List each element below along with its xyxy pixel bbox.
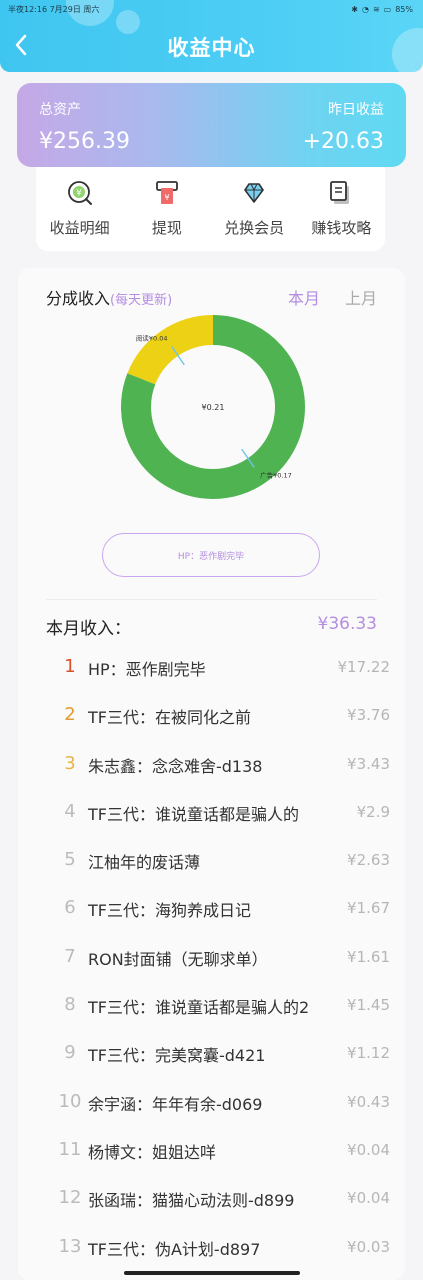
work-income: ¥3.43 [345,754,390,773]
monthly-income-label: 本月收入： [46,619,131,639]
status-time: 半夜12:16 7月29日 周六 [8,4,100,14]
asset-card: 总资产 ¥256.39 昨日收益 +20.63 [17,83,406,167]
work-income: ¥2.63 [345,851,390,870]
work-title: TF三代：谁说童话都是骗人的 [88,804,299,824]
action-label: 兑换会员 [224,219,285,237]
work-title: 杨博文：姐姐达咩 [88,1142,217,1162]
withdraw-icon: ¥ [155,181,178,204]
income-card: 分成收入(每天更新) 本月 上月 阅读¥0.04 广告¥0.17 ¥0.21 HP：… [18,268,405,1280]
rank-number: 8 [64,994,76,1016]
work-income: ¥1.45 [345,996,390,1015]
work-title: HP：恶作剧完毕 [88,660,206,679]
list-item[interactable]: 4 TF三代：谁说童话都是骗人的 ¥2.9 [58,800,390,849]
list-item[interactable]: 6 TF三代：海狗养成日记 ¥1.67 [58,897,390,945]
work-income: ¥0.04 [345,1189,390,1208]
rank-number: 10 [58,1090,82,1112]
status-bar: 半夜12:16 7月29日 周六 ✱ ◔ ≋ ▭ 85% [8,2,413,16]
work-income: ¥2.9 [354,802,390,821]
withdraw-button[interactable]: ¥ 提现 [126,167,208,251]
work-income: ¥17.22 [335,658,390,676]
monthly-income-total: ¥36.33 [317,614,377,634]
list-item[interactable]: 3 朱志鑫：念念难舍-d138 ¥3.43 [58,752,390,801]
work-income: ¥1.61 [345,947,390,966]
earning-guide-button[interactable]: 赚钱攻略 [300,167,382,251]
rank-number: 11 [58,1138,82,1160]
work-income: ¥0.04 [345,1140,390,1159]
selected-work-button[interactable]: HP：恶作剧完毕 [102,533,320,577]
work-title: RON封面铺（无聊求单） [88,949,268,969]
yesterday-income-label: 昨日收益 [328,102,384,118]
work-title: 张函瑞：猫猫心动法则-d899 [88,1191,295,1211]
income-list: 1 HP：恶作剧完毕 ¥17.22 2 TF三代：在被同化之前 ¥3.76 3 朱志鑫：念念难… [58,656,390,1280]
work-title: TF三代：海狗养成日记 [88,901,251,921]
svg-text:¥: ¥ [164,193,169,202]
page-title: 收益中心 [167,36,256,60]
list-item[interactable]: 8 TF三代：谁说童话都是骗人的2 ¥1.45 [58,994,390,1042]
list-item[interactable]: 2 TF三代：在被同化之前 ¥3.76 [58,704,390,752]
update-note: (每天更新) [110,293,173,308]
income-detail-button[interactable]: ¥ 收益明细 [39,167,121,251]
home-indicator [124,1271,300,1275]
action-label: 提现 [151,219,182,237]
list-item[interactable]: 9 TF三代：完美窝囊-d421 ¥1.12 [58,1042,390,1090]
rank-number: 12 [58,1187,82,1209]
work-income: ¥3.76 [345,706,390,725]
slice-label: 广告¥0.17 [260,470,292,479]
list-item[interactable]: 10 余宇涵：年年有余-d069 ¥0.43 [58,1090,390,1139]
rank-number: 5 [64,849,76,871]
diamond-icon [244,183,264,203]
work-title: TF三代：谁说童话都是骗人的2 [88,998,310,1018]
list-item[interactable]: 7 RON封面铺（无聊求单） ¥1.61 [58,945,390,994]
list-item[interactable]: 5 江柚年的废话薄 ¥2.63 [58,849,390,897]
total-assets-label: 总资产 [39,102,81,118]
work-income: ¥0.03 [345,1237,390,1256]
redeem-vip-button[interactable]: 兑换会员 [213,167,295,251]
tab-this-month[interactable]: 本月 [288,285,320,309]
work-title: 江柚年的废话薄 [88,853,201,873]
book-icon [330,181,350,204]
action-label: 收益明细 [49,219,110,237]
quick-actions: ¥ 收益明细 ¥ 提现 兑换会员 赚钱攻略 [36,167,385,251]
list-item[interactable]: 1 HP：恶作剧完毕 ¥17.22 [58,656,390,704]
work-title: TF三代：伪A计划-d897 [88,1239,261,1259]
work-title: TF三代：在被同化之前 [88,708,251,728]
rank-number: 4 [64,800,76,822]
rank-number: 2 [64,704,76,726]
battery-level: 85% [395,4,413,14]
battery-icon: ▭ [383,4,392,14]
work-title: 余宇涵：年年有余-d069 [88,1094,263,1114]
svg-text:¥: ¥ [76,189,82,199]
slice-label: 阅读¥0.04 [136,334,168,343]
rank-number: 7 [64,945,76,967]
header-bar: 半夜12:16 7月29日 周六 ✱ ◔ ≋ ▭ 85% 收益中心 [0,0,423,72]
total-assets-value: ¥256.39 [39,129,130,154]
tab-last-month[interactable]: 上月 [345,285,377,309]
work-title: 朱志鑫：念念难舍-d138 [88,756,263,776]
work-income: ¥1.67 [345,899,390,918]
rank-number: 1 [64,656,76,677]
action-label: 赚钱攻略 [311,219,372,237]
list-item[interactable]: 12 张函瑞：猫猫心动法则-d899 ¥0.04 [58,1187,390,1235]
rank-number: 13 [58,1235,82,1257]
work-income: ¥0.43 [345,1092,390,1111]
rank-number: 9 [64,1042,76,1064]
list-item[interactable]: 11 杨博文：姐姐达咩 ¥0.04 [58,1138,390,1187]
donut-center-label: ¥0.21 [202,403,225,412]
wifi-icon: ≋ [372,4,380,14]
bluetooth-icon: ✱ [351,4,358,14]
work-income: ¥1.12 [345,1044,390,1063]
coin-search-icon: ¥ [67,181,92,205]
divider [46,599,377,600]
rank-number: 3 [64,752,76,774]
yesterday-income-value: +20.63 [302,129,384,154]
alarm-icon: ◔ [361,4,369,14]
rank-number: 6 [64,897,76,919]
share-income-label: 分成收入 [46,289,111,308]
work-title: TF三代：完美窝囊-d421 [88,1046,266,1066]
share-income-title: 分成收入(每天更新) [46,285,172,309]
income-donut-chart: 阅读¥0.04 广告¥0.17 ¥0.21 [121,315,305,499]
